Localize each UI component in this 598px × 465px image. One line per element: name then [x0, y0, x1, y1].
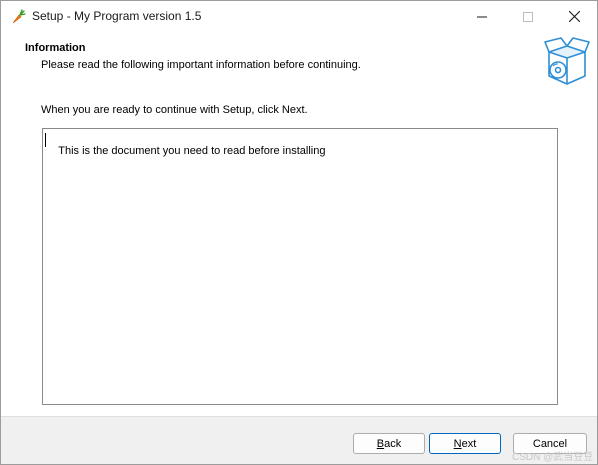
back-button[interactable]: Back [353, 433, 425, 454]
wizard-header: Information Please read the following im… [1, 32, 597, 91]
maximize-icon [523, 11, 533, 22]
carrot-icon [12, 9, 26, 24]
minimize-icon [477, 16, 487, 17]
next-button[interactable]: Next [429, 433, 501, 454]
info-memo-textarea[interactable]: This is the document you need to read be… [42, 128, 558, 405]
next-label-rest: ext [461, 437, 477, 450]
setup-box-disc-icon [544, 37, 590, 85]
button-bar: Back Next Cancel [1, 416, 597, 464]
next-mnemonic: N [453, 437, 462, 450]
close-icon [568, 11, 580, 22]
watermark: CSDN @武当豆豆 [512, 452, 594, 463]
memo-text: This is the document you need to read be… [58, 145, 326, 157]
title-bar[interactable]: Setup - My Program version 1.5 [1, 1, 597, 32]
maximize-button[interactable] [505, 1, 551, 32]
back-mnemonic: B [376, 437, 385, 450]
back-label-rest: ack [384, 437, 402, 450]
setup-window: Setup - My Program version 1.5 Informati… [0, 0, 598, 465]
page-subtitle: Please read the following important info… [41, 59, 361, 71]
text-caret [45, 133, 46, 147]
close-button[interactable] [551, 1, 597, 32]
page-title: Information [25, 42, 86, 54]
intro-text: When you are ready to continue with Setu… [41, 104, 308, 116]
window-title: Setup - My Program version 1.5 [32, 9, 202, 23]
minimize-button[interactable] [459, 1, 505, 32]
